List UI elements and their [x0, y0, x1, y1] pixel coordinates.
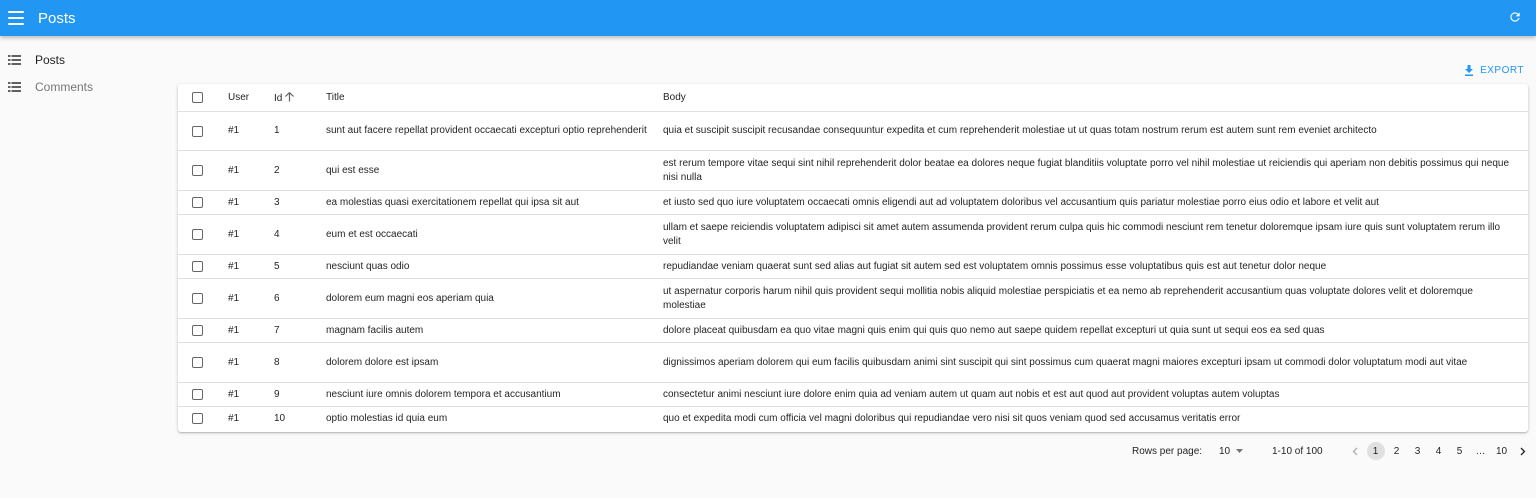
export-button[interactable]: EXPORT — [1464, 62, 1524, 78]
row-checkbox[interactable] — [192, 325, 203, 336]
rows-per-page-label: Rows per page: — [1132, 445, 1203, 457]
table-row[interactable]: #1 9 nesciunt iure omnis dolorem tempora… — [178, 382, 1528, 407]
cell-id: 4 — [274, 214, 326, 255]
pagination-pages: 1 2 3 4 5 … 10 — [1344, 442, 1533, 460]
cell-user: #1 — [228, 278, 274, 319]
posts-table: User Id Title Body #1 1 sunt aut facere … — [178, 84, 1528, 430]
refresh-icon[interactable] — [1508, 10, 1522, 24]
table-row[interactable]: #1 5 nesciunt quas odio repudiandae veni… — [178, 254, 1528, 279]
cell-title: ea molestias quasi exercitationem repell… — [326, 190, 663, 215]
list-icon — [8, 82, 21, 92]
cell-user: #1 — [228, 254, 274, 279]
cell-id: 10 — [274, 412, 286, 424]
row-checkbox[interactable] — [192, 357, 203, 368]
row-checkbox[interactable] — [192, 229, 203, 240]
page-button-3[interactable]: 3 — [1407, 442, 1428, 460]
chevron-left-icon — [1352, 447, 1357, 455]
cell-user: #1 — [228, 111, 274, 151]
cell-title: magnam facilis autem — [326, 318, 663, 343]
table-row[interactable]: #1 4 eum et est occaecati ullam et saepe… — [178, 214, 1528, 255]
page-button-4[interactable]: 4 — [1428, 442, 1449, 460]
cell-title: dolorem dolore est ipsam — [326, 342, 663, 383]
page-ellipsis: … — [1475, 445, 1486, 457]
list-icon — [8, 55, 21, 65]
sidebar-item-comments[interactable]: Comments — [0, 75, 170, 99]
cell-body: quo et expedita modi cum officia vel mag… — [663, 412, 1241, 424]
table-row[interactable]: #1 2 qui est esse est rerum tempore vita… — [178, 150, 1528, 191]
cell-title: sunt aut facere repellat provident occae… — [326, 111, 663, 151]
row-checkbox[interactable] — [192, 293, 203, 304]
app-bar: Posts — [0, 0, 1536, 36]
arrow-up-icon — [285, 91, 295, 101]
column-header-title[interactable]: Title — [326, 84, 663, 112]
column-header-user[interactable]: User — [228, 84, 274, 112]
cell-title: eum et est occaecati — [326, 214, 663, 255]
cell-id: 8 — [274, 342, 326, 383]
table-row[interactable]: #1 3 ea molestias quasi exercitationem r… — [178, 190, 1528, 215]
sidebar-item-label: Posts — [35, 53, 66, 67]
cell-body: et iusto sed quo iure voluptatem occaeca… — [663, 190, 1528, 215]
row-checkbox[interactable] — [192, 165, 203, 176]
app-title: Posts — [38, 9, 76, 27]
row-checkbox[interactable] — [192, 413, 203, 424]
sidebar-item-label: Comments — [35, 80, 94, 94]
cell-body: dolore placeat quibusdam ea quo vitae ma… — [663, 318, 1528, 343]
pagination-range: 1-10 of 100 — [1272, 445, 1323, 457]
table-row[interactable]: #1 8 dolorem dolore est ipsam dignissimo… — [178, 342, 1528, 383]
select-all-checkbox[interactable] — [192, 92, 203, 103]
cell-user: #1 — [228, 382, 274, 407]
cell-id: 7 — [274, 318, 326, 343]
posts-table-card: User Id Title Body #1 1 sunt aut facere … — [178, 84, 1528, 432]
page-button-5[interactable]: 5 — [1449, 442, 1470, 460]
cell-title: nesciunt quas odio — [326, 254, 663, 279]
cell-body: repudiandae veniam quaerat sunt sed alia… — [663, 254, 1528, 279]
caret-down-icon — [1236, 449, 1244, 453]
chevron-right-icon — [1520, 447, 1525, 455]
cell-user: #1 — [228, 318, 274, 343]
cell-id: 5 — [274, 254, 326, 279]
table-row[interactable]: #1 1 sunt aut facere repellat provident … — [178, 111, 1528, 151]
export-label: EXPORT — [1480, 64, 1524, 76]
cell-title: dolorem eum magni eos aperiam quia — [326, 278, 663, 319]
row-checkbox[interactable] — [192, 125, 203, 137]
cell-title: optio molestias id quia eum — [326, 412, 448, 424]
cell-user: #1 — [228, 214, 274, 255]
page-button-1[interactable]: 1 — [1366, 442, 1385, 460]
cell-id: 3 — [274, 190, 326, 215]
page-button-2[interactable]: 2 — [1386, 442, 1407, 460]
cell-id: 1 — [274, 111, 326, 151]
menu-icon[interactable] — [8, 11, 24, 25]
cell-user: #1 — [228, 150, 274, 191]
rows-per-page-value: 10 — [1219, 445, 1231, 457]
column-header-id[interactable]: Id — [274, 84, 326, 112]
cell-title: nesciunt iure omnis dolorem tempora et a… — [326, 382, 663, 407]
page-button-10[interactable]: 10 — [1491, 442, 1512, 460]
cell-id: 9 — [274, 382, 326, 407]
cell-user: #1 — [228, 190, 274, 215]
row-checkbox[interactable] — [192, 389, 203, 400]
cell-body: ullam et saepe reiciendis voluptatem adi… — [663, 214, 1528, 255]
download-icon — [1465, 64, 1474, 76]
cell-user: #1 — [228, 412, 240, 424]
table-row[interactable]: #1 6 dolorem eum magni eos aperiam quia … — [178, 278, 1528, 319]
table-row[interactable]: #1 7 magnam facilis autem dolore placeat… — [178, 318, 1528, 343]
cell-body: est rerum tempore vitae sequi sint nihil… — [663, 150, 1528, 191]
next-page-button[interactable] — [1512, 442, 1533, 460]
cell-body: dignissimos aperiam dolorem qui eum faci… — [663, 342, 1528, 383]
table-header-row: User Id Title Body — [178, 84, 1528, 112]
cell-body: consectetur animi nesciunt iure dolore e… — [663, 382, 1528, 407]
cell-user: #1 — [228, 342, 274, 383]
sidebar-item-posts[interactable]: Posts — [0, 48, 170, 72]
column-header-body[interactable]: Body — [663, 84, 1528, 112]
row-checkbox[interactable] — [192, 197, 203, 208]
cell-body: ut aspernatur corporis harum nihil quis … — [663, 278, 1528, 319]
previous-page-button[interactable] — [1344, 442, 1365, 460]
cell-title: qui est esse — [326, 150, 663, 191]
table-row[interactable]: #1 10 optio molestias id quia eum quo et… — [178, 407, 1528, 431]
row-checkbox[interactable] — [192, 261, 203, 272]
cell-id: 2 — [274, 150, 326, 191]
rows-per-page-select[interactable]: 10 — [1219, 442, 1244, 460]
cell-id: 6 — [274, 278, 326, 319]
cell-body: quia et suscipit suscipit recusandae con… — [663, 111, 1528, 151]
